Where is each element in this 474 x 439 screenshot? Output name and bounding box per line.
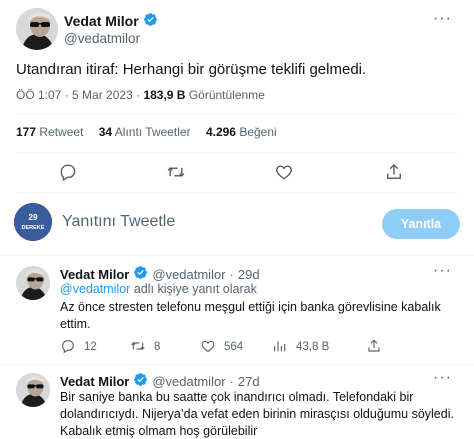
like-count: 564 <box>224 341 244 353</box>
views-action[interactable]: 43,8 B <box>272 338 366 357</box>
divider <box>16 152 458 153</box>
share-icon[interactable] <box>384 162 404 182</box>
author-name-row: Vedat Milor <box>64 12 158 30</box>
avatar-logo-top: 29 <box>29 213 38 222</box>
retweets-label: Retweet <box>39 125 84 139</box>
tweet-stats: 177 Retweet 34 Alıntı Tweetler 4.296 Beğ… <box>16 125 277 139</box>
separator: · <box>229 266 234 282</box>
reply-author-avatar[interactable] <box>16 373 50 407</box>
reply-text-line: Kabalık etmiş olmam hoş görülebilir <box>60 424 258 438</box>
tweet-date[interactable]: 5 Mar 2023 <box>72 88 133 102</box>
quotes-count: 34 <box>98 125 113 139</box>
more-icon[interactable]: ··· <box>433 10 452 28</box>
reply-icon <box>60 338 76 357</box>
meta-separator: · <box>64 88 73 102</box>
reply-text-line: Bir saniye banka bu saatte çok inandırıc… <box>60 390 414 404</box>
separator: · <box>229 373 234 389</box>
share-icon <box>366 338 382 357</box>
reply-author-name[interactable]: Vedat Milor <box>60 267 129 282</box>
retweet-icon[interactable] <box>166 162 186 182</box>
share-action[interactable] <box>366 338 382 357</box>
reply-action-bar: 12 8 564 43,8 B <box>60 338 382 356</box>
reply-icon[interactable] <box>58 162 78 182</box>
tweet-action-bar <box>0 162 474 184</box>
reply-action[interactable]: 12 <box>60 338 130 357</box>
reply-button[interactable]: Yanıtla <box>382 209 460 239</box>
divider <box>16 113 458 114</box>
likes-label: Beğeni <box>239 125 277 139</box>
tweet-time[interactable]: ÖÖ 1:07 <box>16 88 61 102</box>
reply-author-avatar[interactable] <box>16 266 50 300</box>
verified-badge-icon <box>133 372 148 390</box>
divider <box>0 255 474 256</box>
quotes-label: Alıntı Tweetler <box>114 125 191 139</box>
replying-to: @vedatmilor adlı kişiye yanıt olarak <box>60 282 257 296</box>
tweet-meta: ÖÖ 1:07 · 5 Mar 2023 · 183,9 B Görüntüle… <box>16 88 265 102</box>
view-count: 43,8 B <box>296 341 330 353</box>
more-icon[interactable]: ··· <box>433 262 452 280</box>
reply-age[interactable]: 27d <box>238 374 260 389</box>
replying-mention[interactable]: @vedatmilor <box>60 282 130 296</box>
like-action[interactable]: 564 <box>200 338 272 357</box>
reply-age[interactable]: 29d <box>238 267 260 282</box>
retweet-icon <box>130 338 146 357</box>
retweets-stat[interactable]: 177 Retweet <box>16 125 83 139</box>
divider <box>16 192 458 193</box>
author-avatar[interactable] <box>16 8 58 50</box>
reply-header: Vedat Milor @vedatmilor · 29d <box>60 265 260 283</box>
reply-count: 12 <box>84 341 97 353</box>
like-icon[interactable] <box>274 162 294 182</box>
like-icon <box>200 338 216 357</box>
retweet-action[interactable]: 8 <box>130 338 200 357</box>
replying-suffix: adlı kişiye yanıt olarak <box>133 282 257 296</box>
current-user-avatar[interactable]: 29 DEREKE <box>14 203 52 241</box>
reply-text-line: dolandırıcıydı. Nijerya’da vefat eden bi… <box>60 407 454 421</box>
quotes-stat[interactable]: 34 Alıntı Tweetler <box>99 125 191 139</box>
reply-author-handle[interactable]: @vedatmilor <box>152 374 225 389</box>
views-label: Görüntülenme <box>188 88 265 102</box>
divider <box>0 364 474 365</box>
reply-text: Az önce stresten telefonu meşgul ettiği … <box>60 299 455 333</box>
reply-author-name[interactable]: Vedat Milor <box>60 374 129 389</box>
views-icon <box>272 338 288 357</box>
retweets-count: 177 <box>16 125 37 139</box>
views-count: 183,9 B <box>143 88 186 102</box>
retweet-count: 8 <box>154 341 161 353</box>
reply-text-line: ettim. <box>60 317 91 331</box>
author-name[interactable]: Vedat Milor <box>64 13 139 29</box>
reply-text: Bir saniye banka bu saatte çok inandırıc… <box>60 389 455 439</box>
avatar-logo-bottom: DEREKE <box>22 225 45 231</box>
more-icon[interactable]: ··· <box>433 369 452 387</box>
verified-badge-icon <box>143 12 158 30</box>
reply-input[interactable]: Yanıtını Tweetle <box>62 213 175 231</box>
likes-count: 4.296 <box>205 125 236 139</box>
author-handle[interactable]: @vedatmilor <box>64 31 140 46</box>
likes-stat[interactable]: 4.296 Beğeni <box>206 125 277 139</box>
verified-badge-icon <box>133 265 148 283</box>
reply-text-line: Az önce stresten telefonu meşgul ettiği … <box>60 300 441 314</box>
tweet-text: Utandıran itiraf: Herhangi bir görüşme t… <box>16 61 367 78</box>
reply-header: Vedat Milor @vedatmilor · 27d <box>60 372 260 390</box>
reply-author-handle[interactable]: @vedatmilor <box>152 267 225 282</box>
